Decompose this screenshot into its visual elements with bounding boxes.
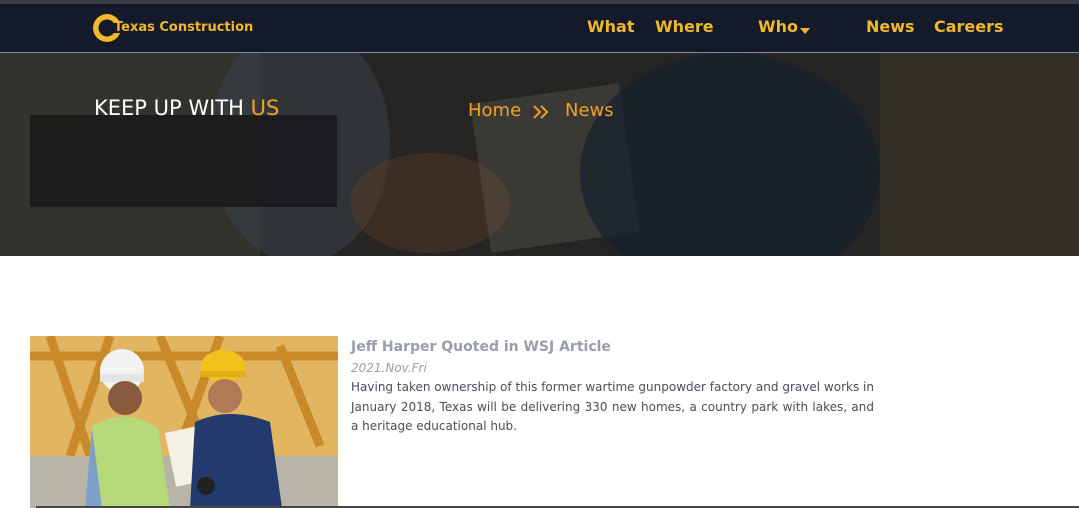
- page-title-accent: US: [250, 96, 280, 120]
- article-thumbnail[interactable]: [30, 336, 338, 508]
- chevron-down-icon[interactable]: [800, 28, 810, 34]
- nav-who[interactable]: Who: [758, 17, 798, 36]
- nav-what[interactable]: What: [587, 17, 634, 36]
- breadcrumb-current: News: [565, 100, 614, 121]
- double-chevron-right-icon: [533, 105, 549, 119]
- article-image: [30, 336, 338, 508]
- nav-news[interactable]: News: [866, 17, 915, 36]
- article-excerpt: Having taken ownership of this former wa…: [351, 380, 874, 433]
- article-date: 2021.Nov.Fri: [351, 361, 427, 375]
- page-title: KEEP UP WITH US: [94, 96, 279, 120]
- hero-banner: [0, 53, 1079, 256]
- hero-title-box: [30, 115, 337, 207]
- breadcrumb-home[interactable]: Home: [468, 100, 521, 121]
- article-title[interactable]: Jeff Harper Quoted in WSJ Article: [351, 339, 611, 355]
- brand-name: Texas Construction: [114, 20, 254, 35]
- navbar: Texas Construction What Where Who News C…: [0, 4, 1079, 53]
- nav-where[interactable]: Where: [655, 17, 714, 36]
- nav-careers[interactable]: Careers: [934, 17, 1004, 36]
- page-title-main: KEEP UP WITH: [94, 96, 251, 120]
